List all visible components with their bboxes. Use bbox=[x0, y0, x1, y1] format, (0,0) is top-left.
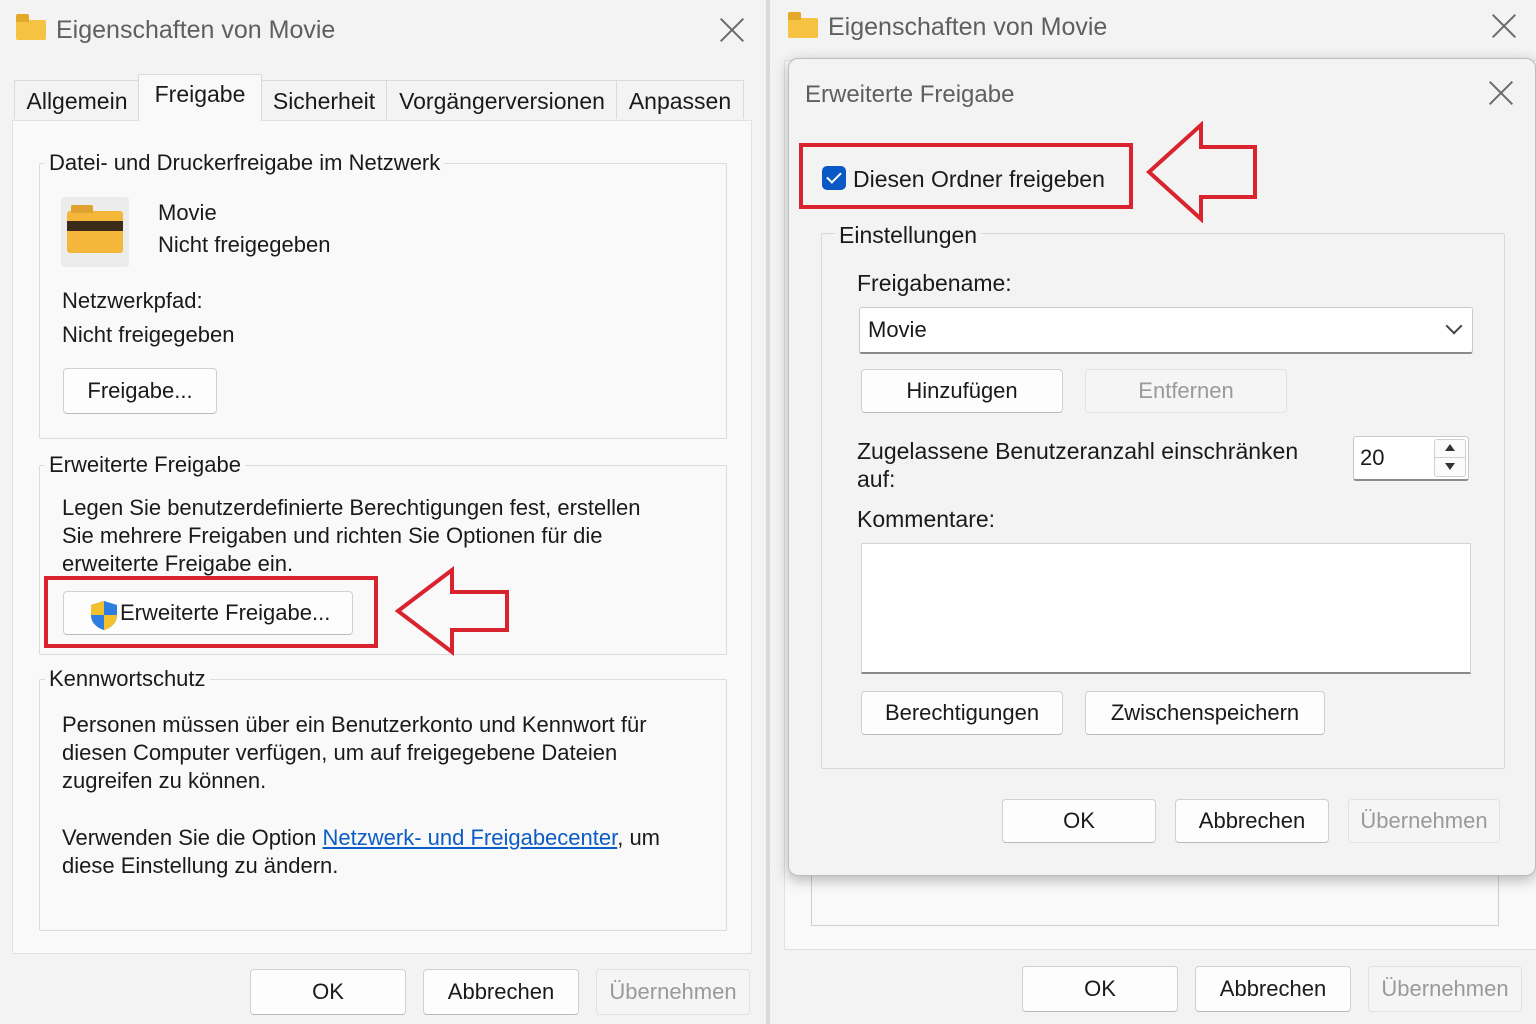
folder-icon bbox=[16, 14, 46, 40]
stepper-down-icon[interactable] bbox=[1445, 463, 1455, 470]
password-option-line: Verwenden Sie die Option Netzwerk- und F… bbox=[62, 824, 660, 852]
share-folder-checkbox[interactable] bbox=[822, 166, 846, 190]
apply-button[interactable]: Übernehmen bbox=[596, 969, 750, 1015]
ok-button[interactable]: OK bbox=[1022, 966, 1178, 1012]
share-name-label: Freigabename: bbox=[857, 270, 1012, 296]
dialog-apply-button[interactable]: Übernehmen bbox=[1348, 799, 1500, 843]
sharing-tab-panel: Datei- und Druckerfreigabe im Netzwerk M… bbox=[12, 120, 752, 954]
chevron-down-icon bbox=[1445, 317, 1463, 335]
network-path-label: Netzwerkpfad: bbox=[62, 288, 203, 313]
tab-freigabe[interactable]: Freigabe bbox=[138, 74, 262, 121]
dialog-close-icon[interactable] bbox=[1487, 79, 1515, 107]
group-title-advanced: Erweiterte Freigabe bbox=[45, 452, 245, 478]
password-description-line3: zugreifen zu können. bbox=[62, 768, 267, 793]
tab-allgemein[interactable]: Allgemein bbox=[14, 80, 140, 119]
network-sharing-center-link[interactable]: Netzwerk- und Freigabecenter bbox=[323, 825, 618, 850]
settings-group-title: Einstellungen bbox=[835, 222, 982, 249]
group-title-network: Datei- und Druckerfreigabe im Netzwerk bbox=[45, 150, 445, 176]
user-limit-value: 20 bbox=[1360, 445, 1385, 470]
stepper-buttons[interactable] bbox=[1434, 439, 1466, 477]
red-arrow-icon bbox=[1146, 121, 1257, 223]
comments-textarea[interactable] bbox=[861, 543, 1471, 674]
remove-button[interactable]: Entfernen bbox=[1085, 369, 1287, 413]
password-option-line2: diese Einstellung zu ändern. bbox=[62, 853, 339, 878]
caching-button[interactable]: Zwischenspeichern bbox=[1085, 691, 1325, 735]
share-button[interactable]: Freigabe... bbox=[63, 368, 217, 414]
network-path-value: Nicht freigegeben bbox=[62, 322, 235, 347]
option-suffix: , um bbox=[617, 825, 661, 850]
shared-folder-icon bbox=[61, 197, 129, 267]
cancel-button[interactable]: Abbrechen bbox=[423, 969, 579, 1015]
highlight-box-advanced-button bbox=[44, 576, 378, 648]
dialog-title: Erweiterte Freigabe bbox=[805, 81, 1015, 108]
close-icon[interactable] bbox=[718, 16, 746, 44]
red-arrow-icon bbox=[394, 566, 509, 656]
folder-icon bbox=[788, 12, 818, 38]
user-limit-label-line2: auf: bbox=[857, 466, 896, 492]
cancel-button[interactable]: Abbrechen bbox=[1195, 966, 1351, 1012]
properties-window-left: Eigenschaften von Movie Allgemein Freiga… bbox=[0, 0, 766, 1024]
password-description-line2: diesen Computer verfügen, um auf freigeg… bbox=[62, 740, 618, 765]
add-button[interactable]: Hinzufügen bbox=[861, 369, 1063, 413]
advanced-description-line3: erweiterte Freigabe ein. bbox=[62, 551, 294, 576]
tab-sicherheit[interactable]: Sicherheit bbox=[260, 80, 388, 119]
ok-button[interactable]: OK bbox=[250, 969, 406, 1015]
window-title: Eigenschaften von Movie bbox=[56, 16, 336, 44]
folder-name: Movie bbox=[158, 200, 217, 225]
tab-vorgaengerversionen[interactable]: Vorgängerversionen bbox=[386, 80, 618, 119]
close-icon[interactable] bbox=[1490, 12, 1518, 40]
share-folder-checkbox-label[interactable]: Diesen Ordner freigeben bbox=[853, 165, 1105, 193]
stepper-up-icon[interactable] bbox=[1445, 444, 1455, 451]
folder-status: Nicht freigegeben bbox=[158, 232, 331, 257]
advanced-sharing-dialog: Erweiterte Freigabe Diesen Ordner freige… bbox=[788, 58, 1536, 876]
password-description-line1: Personen müssen über ein Benutzerkonto u… bbox=[62, 712, 647, 737]
share-name-select[interactable]: Movie bbox=[859, 307, 1473, 354]
share-name-value: Movie bbox=[868, 317, 927, 342]
user-limit-label-line1: Zugelassene Benutzeranzahl einschränken bbox=[857, 438, 1299, 464]
apply-button[interactable]: Übernehmen bbox=[1368, 966, 1522, 1012]
advanced-description-line2: Sie mehrere Freigaben und richten Sie Op… bbox=[62, 523, 603, 548]
tab-anpassen[interactable]: Anpassen bbox=[616, 80, 744, 119]
dialog-ok-button[interactable]: OK bbox=[1002, 799, 1156, 843]
option-prefix: Verwenden Sie die Option bbox=[62, 825, 323, 850]
permissions-button[interactable]: Berechtigungen bbox=[861, 691, 1063, 735]
comments-label: Kommentare: bbox=[857, 506, 996, 532]
advanced-description-line1: Legen Sie benutzerdefinierte Berechtigun… bbox=[62, 495, 641, 520]
window-title: Eigenschaften von Movie bbox=[828, 13, 1108, 41]
dialog-cancel-button[interactable]: Abbrechen bbox=[1175, 799, 1329, 843]
user-limit-stepper[interactable]: 20 bbox=[1353, 436, 1469, 481]
group-title-password: Kennwortschutz bbox=[45, 666, 210, 692]
